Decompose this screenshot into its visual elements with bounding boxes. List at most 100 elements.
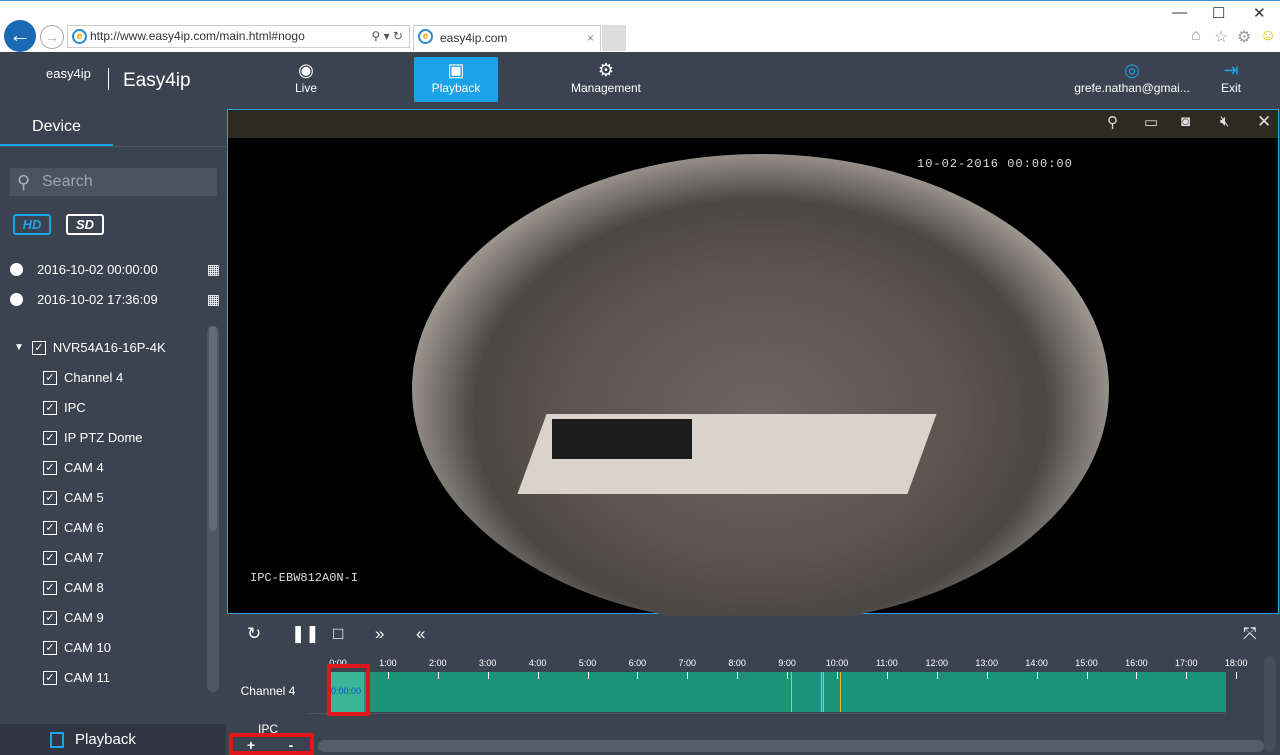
stop-icon[interactable]: □ xyxy=(333,624,343,644)
home-icon[interactable]: ⌂ xyxy=(1191,27,1201,45)
channel-item[interactable]: ✓ CAM 9 xyxy=(14,603,204,633)
minimize-icon[interactable]: — xyxy=(1172,4,1187,21)
channel-label: CAM 5 xyxy=(64,490,104,505)
device-node[interactable]: ▼ ✓ NVR54A16-16P-4K xyxy=(14,333,204,363)
settings-icon[interactable]: ⚙ xyxy=(1237,27,1251,47)
close-window-icon[interactable]: ✕ xyxy=(1253,4,1266,22)
mute-icon[interactable]: 🔇︎ xyxy=(1220,113,1229,130)
user-icon: ◎ xyxy=(1124,60,1140,80)
nav-playback[interactable]: ▣ Playback xyxy=(414,57,498,102)
channel-item[interactable]: ✓ IP PTZ Dome xyxy=(14,423,204,453)
checkbox[interactable]: ✓ xyxy=(43,611,57,625)
channel-label: CAM 6 xyxy=(64,520,104,535)
maximize-icon[interactable]: ☐ xyxy=(1212,4,1225,22)
pause-icon[interactable]: ❚❚ xyxy=(291,624,320,644)
nav-management[interactable]: ⚙ Management xyxy=(564,57,648,102)
channel-item[interactable]: ✓ CAM 7 xyxy=(14,543,204,573)
timeline-vscrollbar[interactable] xyxy=(1264,656,1276,752)
start-time-value: 2016-10-02 00:00:00 xyxy=(37,262,158,277)
osd-timestamp: 10-02-2016 00:00:00 xyxy=(917,157,1073,171)
replay-icon[interactable]: ↻ xyxy=(247,624,261,644)
record-icon[interactable]: ▭ xyxy=(1144,113,1158,131)
sd-button[interactable]: SD xyxy=(66,214,104,235)
checkbox[interactable]: ✓ xyxy=(43,461,57,475)
tick-label: 14:00 xyxy=(1025,658,1048,668)
back-button[interactable]: ← xyxy=(4,20,36,52)
tick-mark xyxy=(687,672,689,679)
divider xyxy=(0,146,226,147)
star-icon[interactable]: ☆ xyxy=(1214,27,1228,47)
forward-button[interactable]: → xyxy=(40,25,64,49)
end-time[interactable]: 2016-10-02 17:36:09 ▦ xyxy=(10,291,220,308)
exit-button[interactable]: ⇥ Exit xyxy=(1200,57,1262,102)
channel-item[interactable]: ✓ CAM 11 xyxy=(14,663,204,693)
divider xyxy=(308,713,1226,714)
channel-item[interactable]: ✓ CAM 5 xyxy=(14,483,204,513)
close-video-icon[interactable]: ✕ xyxy=(1257,112,1271,132)
tick-mark xyxy=(787,672,789,679)
zoom-search-icon[interactable]: ⚲ xyxy=(1107,113,1118,131)
search-input[interactable]: ⚲ Search xyxy=(10,168,217,196)
tab-device[interactable]: Device xyxy=(0,110,113,146)
event-mark[interactable] xyxy=(839,672,841,712)
event-mark[interactable] xyxy=(821,672,823,712)
tick-mark xyxy=(487,672,489,679)
channel-item[interactable]: ✓ CAM 10 xyxy=(14,633,204,663)
user-account[interactable]: ◎ grefe.nathan@gmai... xyxy=(1072,57,1192,102)
tick-label: 9:00 xyxy=(778,658,796,668)
channel-item[interactable]: ✓ CAM 6 xyxy=(14,513,204,543)
highlight-box xyxy=(229,733,314,755)
camera-snapshot-icon[interactable]: ◙ xyxy=(1181,113,1190,130)
channel-label: CAM 11 xyxy=(64,670,110,685)
checkbox[interactable]: ✓ xyxy=(43,671,57,685)
collapse-icon[interactable]: ⤧ xyxy=(1243,624,1257,644)
channel-item[interactable]: ✓ CAM 4 xyxy=(14,453,204,483)
checkbox[interactable]: ✓ xyxy=(43,431,57,445)
channel-item[interactable]: ✓ IPC xyxy=(14,393,204,423)
start-time[interactable]: 2016-10-02 00:00:00 ▦ xyxy=(10,261,220,278)
device-name: NVR54A16-16P-4K xyxy=(52,340,166,355)
checkbox[interactable]: ✓ xyxy=(31,341,46,355)
checkbox[interactable]: ✓ xyxy=(43,581,57,595)
osd-camera-name: IPC-EBW812A0N-I xyxy=(250,571,359,585)
fast-forward-icon[interactable]: » xyxy=(375,624,384,644)
tick-mark xyxy=(1136,672,1138,679)
sidebar-scrollbar[interactable] xyxy=(207,326,219,692)
channel-label: IP PTZ Dome xyxy=(64,430,143,445)
channel-label: CAM 9 xyxy=(64,610,104,625)
checkbox[interactable]: ✓ xyxy=(43,491,57,505)
channel-label: CAM 10 xyxy=(64,640,111,655)
rewind-icon[interactable]: « xyxy=(416,624,425,644)
browser-tab[interactable]: e easy4ip.com × xyxy=(413,25,601,51)
new-tab-button[interactable] xyxy=(602,25,626,51)
timeline-scrollbar[interactable] xyxy=(318,740,1264,752)
calendar-icon[interactable]: ▦ xyxy=(207,291,220,308)
ie-icon: e xyxy=(72,29,87,44)
scroll-thumb[interactable] xyxy=(209,326,217,531)
checkbox[interactable]: ✓ xyxy=(43,521,57,535)
event-mark[interactable] xyxy=(791,672,793,712)
tick-label: 18:00 xyxy=(1224,658,1248,668)
nav-live[interactable]: ◉ Live xyxy=(264,57,348,102)
tick-mark xyxy=(1236,672,1238,679)
checkbox[interactable]: ✓ xyxy=(43,551,57,565)
close-tab-icon[interactable]: × xyxy=(587,26,594,50)
checkbox[interactable]: ✓ xyxy=(43,401,57,415)
checkbox[interactable]: ✓ xyxy=(43,641,57,655)
smiley-icon[interactable]: ☺ xyxy=(1260,27,1276,45)
calendar-icon[interactable]: ▦ xyxy=(207,261,220,278)
tick-label: 10:00 xyxy=(825,658,849,668)
recording-bar[interactable] xyxy=(330,672,1226,712)
address-bar[interactable]: e http://www.easy4ip.com/main.html#nogo ⚲ … xyxy=(67,25,410,48)
channel-item[interactable]: ✓ CAM 8 xyxy=(14,573,204,603)
tick-label: 15:00 xyxy=(1075,658,1098,668)
hd-button[interactable]: HD xyxy=(13,214,51,235)
search-refresh-icon[interactable]: ⚲ ▾ ↻ xyxy=(371,26,403,47)
checkbox[interactable]: ✓ xyxy=(43,371,57,385)
caret-down-icon[interactable]: ▼ xyxy=(14,338,24,358)
nav-label: Management xyxy=(570,81,642,95)
ie-icon: e xyxy=(418,29,433,44)
playback-footer[interactable]: Playback xyxy=(0,724,226,755)
channel-item[interactable]: ✓ Channel 4 xyxy=(14,363,204,393)
event-mark[interactable] xyxy=(823,672,825,712)
